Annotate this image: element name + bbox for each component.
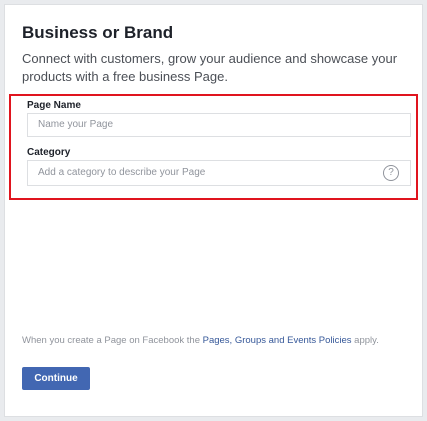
business-brand-card: Business or Brand Connect with customers… xyxy=(4,4,423,417)
category-label: Category xyxy=(27,147,71,158)
policies-link[interactable]: Pages, Groups and Events Policies xyxy=(203,335,352,346)
page-name-input[interactable]: Name your Page xyxy=(27,113,411,137)
policy-prefix: When you create a Page on Facebook the xyxy=(22,335,203,346)
policy-notice: When you create a Page on Facebook the P… xyxy=(22,334,412,348)
card-title: Business or Brand xyxy=(22,23,174,42)
card-description: Connect with customers, grow your audien… xyxy=(22,51,398,84)
page-form-highlight: Page Name Name your Page Category Add a … xyxy=(9,94,418,200)
question-help-icon[interactable]: ? xyxy=(383,165,399,181)
policy-suffix: apply. xyxy=(351,335,379,346)
category-input[interactable]: Add a category to describe your Page ? xyxy=(27,160,411,186)
continue-button[interactable]: Continue xyxy=(22,367,90,390)
category-placeholder: Add a category to describe your Page xyxy=(38,167,206,178)
page-name-label: Page Name xyxy=(27,100,81,111)
